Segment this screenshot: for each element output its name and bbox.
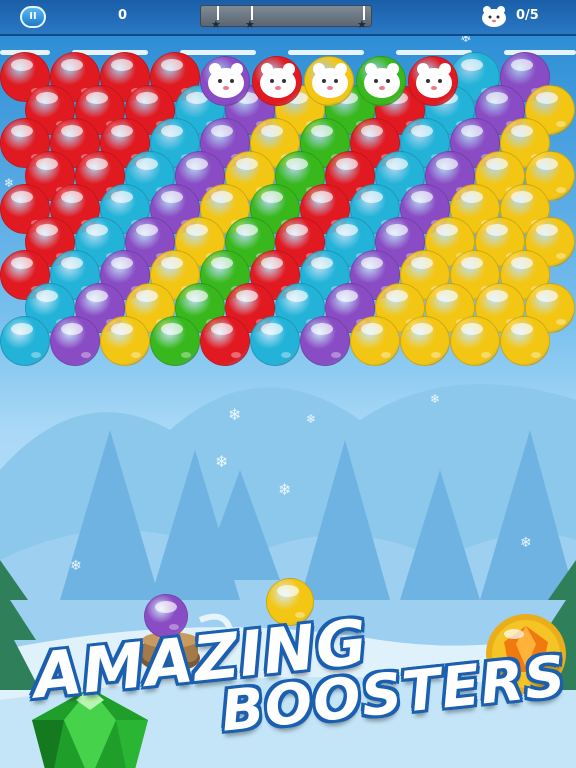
trapped-bear-bubble bbox=[252, 56, 302, 106]
yellow-bubble bbox=[500, 316, 550, 366]
yellow-bubble bbox=[450, 316, 500, 366]
bear-icon bbox=[416, 63, 452, 98]
red-bubble bbox=[200, 316, 250, 366]
ceiling-dash bbox=[180, 50, 256, 55]
trapped-bear-bubble bbox=[304, 56, 354, 106]
yellow-bubble bbox=[400, 316, 450, 366]
ceiling-dash bbox=[288, 50, 364, 55]
snowflake-icon: ❄ bbox=[70, 558, 82, 574]
trapped-bear-bubble bbox=[408, 56, 458, 106]
trapped-bear-bubble bbox=[356, 56, 406, 106]
snowflake-icon: ❄ bbox=[520, 535, 532, 551]
yellow-bubble bbox=[100, 316, 150, 366]
green-bubble bbox=[150, 316, 200, 366]
ceiling-dash bbox=[396, 50, 472, 55]
snowflake-icon: ❄ bbox=[228, 405, 242, 424]
bear-icon bbox=[364, 63, 400, 98]
yellow-bubble bbox=[350, 316, 400, 366]
trapped-bear-bubble bbox=[200, 56, 250, 106]
bear-goal-icon bbox=[482, 6, 506, 27]
purple-bubble bbox=[300, 316, 350, 366]
star-icon: ★ bbox=[211, 18, 221, 31]
purple-bubble bbox=[50, 316, 100, 366]
cyan-bubble bbox=[0, 316, 50, 366]
bear-icon bbox=[208, 63, 244, 98]
snowflake-icon: ❄ bbox=[278, 480, 292, 499]
star-icon: ★ bbox=[357, 18, 367, 31]
snowflake-icon: ❄ bbox=[430, 392, 441, 406]
game-scene[interactable]: ❄ ❄ ❄ ❄ ❄ ❄ ❄ ❄ ❄ II 0 ★ ★ ★ 0/5 AMAZING… bbox=[0, 0, 576, 768]
star-icon: ★ bbox=[245, 18, 255, 31]
pause-button[interactable]: II bbox=[20, 6, 46, 28]
bear-icon bbox=[312, 63, 348, 98]
snowflake-icon: ❄ bbox=[306, 412, 317, 426]
snowflake-icon: ❄ bbox=[215, 452, 229, 471]
goal-counter: 0/5 bbox=[516, 8, 539, 23]
bear-icon bbox=[260, 63, 296, 98]
cyan-bubble bbox=[250, 316, 300, 366]
top-hud-bar: II 0 ★ ★ ★ 0/5 bbox=[0, 0, 576, 36]
score-progress-bar: ★ ★ ★ bbox=[200, 5, 372, 31]
score-value: 0 bbox=[118, 8, 128, 23]
